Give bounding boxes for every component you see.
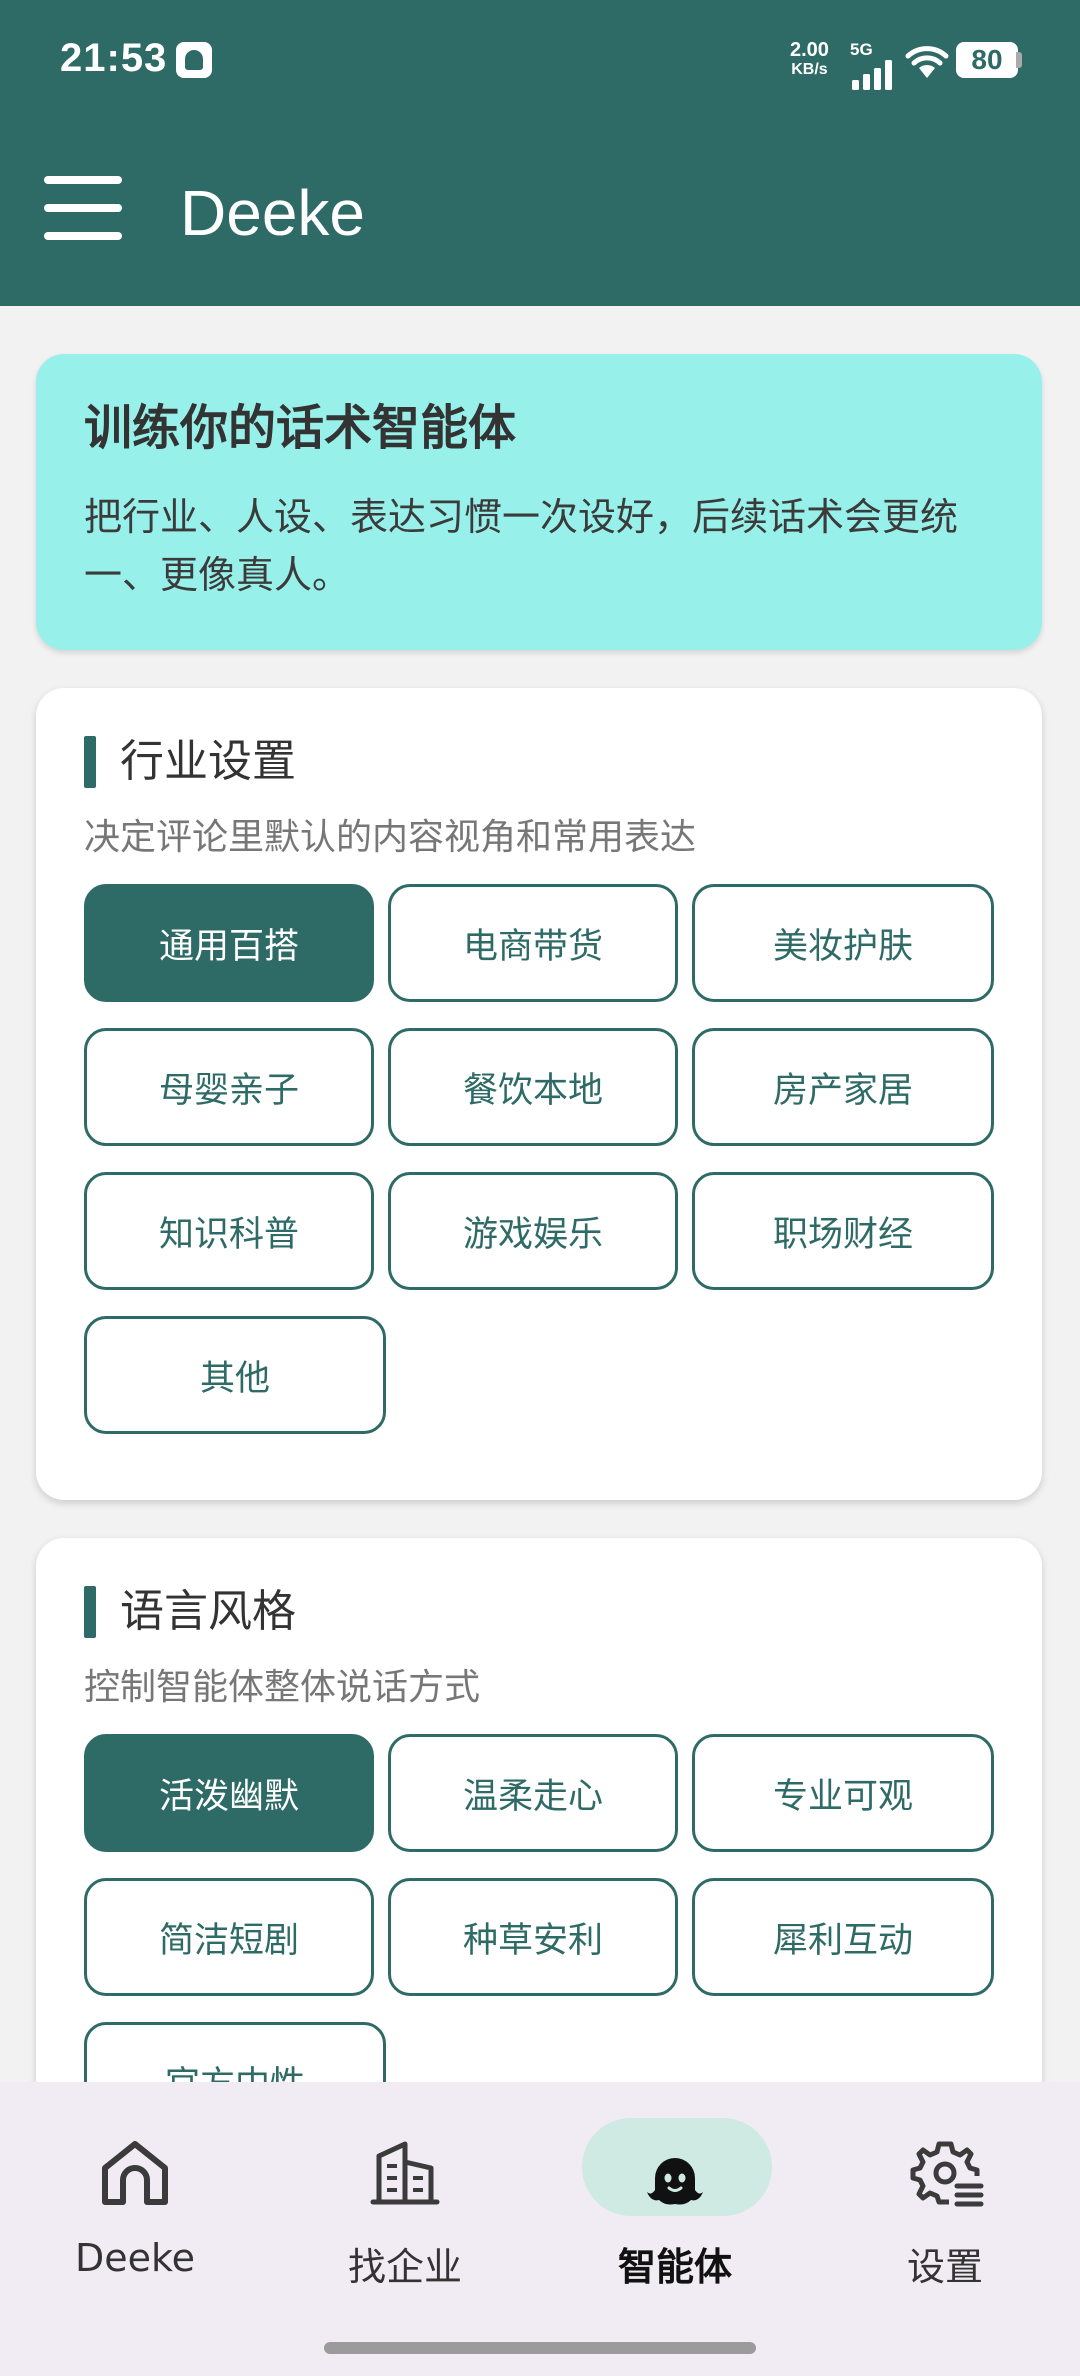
nav-item-agent[interactable]: 智能体 xyxy=(540,2082,810,2376)
nav-item-find-company[interactable]: 找企业 xyxy=(270,2082,540,2376)
industry-title: 行业设置 xyxy=(120,736,296,787)
notification-app-icon xyxy=(176,42,212,78)
wifi-icon xyxy=(905,46,949,78)
industry-chip-parenting[interactable]: 母婴亲子 xyxy=(84,1028,374,1146)
battery-level: 80 xyxy=(956,42,1018,78)
ghost-icon xyxy=(647,2158,703,2205)
style-title: 语言风格 xyxy=(120,1586,296,1637)
industry-subtitle: 决定评论里默认的内容视角和常用表达 xyxy=(84,817,697,858)
nav-label-agent: 智能体 xyxy=(617,2245,732,2289)
nav-label-deeke: Deeke xyxy=(74,2236,196,2280)
hero-description: 把行业、人设、表达习惯一次设好，后续话术会更统一、更像真人。 xyxy=(84,495,959,597)
app-title: Deeke xyxy=(180,177,365,249)
network-type: 5G xyxy=(850,40,873,59)
network-speed-value: 2.00 xyxy=(790,39,829,61)
style-chip-sharp[interactable]: 犀利互动 xyxy=(692,1878,994,1996)
industry-settings-card: 行业设置 决定评论里默认的内容视角和常用表达 通用百搭 电商带货 美妆护肤 母婴… xyxy=(36,688,1042,1500)
industry-chip-beauty[interactable]: 美妆护肤 xyxy=(692,884,994,1002)
section-accent-bar xyxy=(84,736,96,788)
network-speed: 2.00 KB/s xyxy=(790,40,829,80)
network-speed-unit: KB/s xyxy=(791,61,828,78)
industry-chip-realestate[interactable]: 房产家居 xyxy=(692,1028,994,1146)
signal-bars-icon xyxy=(852,60,892,90)
home-indicator[interactable] xyxy=(324,2342,756,2354)
style-subtitle: 控制智能体整体说话方式 xyxy=(84,1667,481,1708)
nav-item-deeke[interactable]: Deeke xyxy=(0,2082,270,2376)
style-chip-humorous[interactable]: 活泼幽默 xyxy=(84,1734,374,1852)
industry-chip-ecommerce[interactable]: 电商带货 xyxy=(388,884,678,1002)
battery-icon xyxy=(1016,52,1022,68)
nav-label-find-company: 找企业 xyxy=(347,2245,462,2289)
hero-title: 训练你的话术智能体 xyxy=(84,400,517,456)
hero-banner: 训练你的话术智能体 把行业、人设、表达习惯一次设好，后续话术会更统一、更像真人。 xyxy=(36,354,1042,650)
industry-chip-food[interactable]: 餐饮本地 xyxy=(388,1028,678,1146)
settings-icon xyxy=(910,2141,984,2207)
nav-label-settings: 设置 xyxy=(906,2245,983,2289)
industry-chip-gaming[interactable]: 游戏娱乐 xyxy=(388,1172,678,1290)
style-chip-gentle[interactable]: 温柔走心 xyxy=(388,1734,678,1852)
industry-chip-finance[interactable]: 职场财经 xyxy=(692,1172,994,1290)
style-chip-professional[interactable]: 专业可观 xyxy=(692,1734,994,1852)
section-accent-bar xyxy=(84,1586,96,1638)
home-icon xyxy=(102,2141,168,2205)
industry-chip-other[interactable]: 其他 xyxy=(84,1316,386,1434)
style-chip-concise[interactable]: 简洁短剧 xyxy=(84,1878,374,1996)
bottom-navigation: Deeke 找企业 智能体 设置 xyxy=(0,2082,1080,2376)
app-header: 21:53 2.00 KB/s 5G 80 Deeke xyxy=(0,0,1080,306)
building-icon xyxy=(370,2141,440,2205)
style-chip-recommend[interactable]: 种草安利 xyxy=(388,1878,678,1996)
industry-chip-general[interactable]: 通用百搭 xyxy=(84,884,374,1002)
status-time: 21:53 xyxy=(60,36,168,80)
industry-chip-knowledge[interactable]: 知识科普 xyxy=(84,1172,374,1290)
nav-item-settings[interactable]: 设置 xyxy=(810,2082,1080,2376)
menu-icon[interactable] xyxy=(44,172,124,246)
